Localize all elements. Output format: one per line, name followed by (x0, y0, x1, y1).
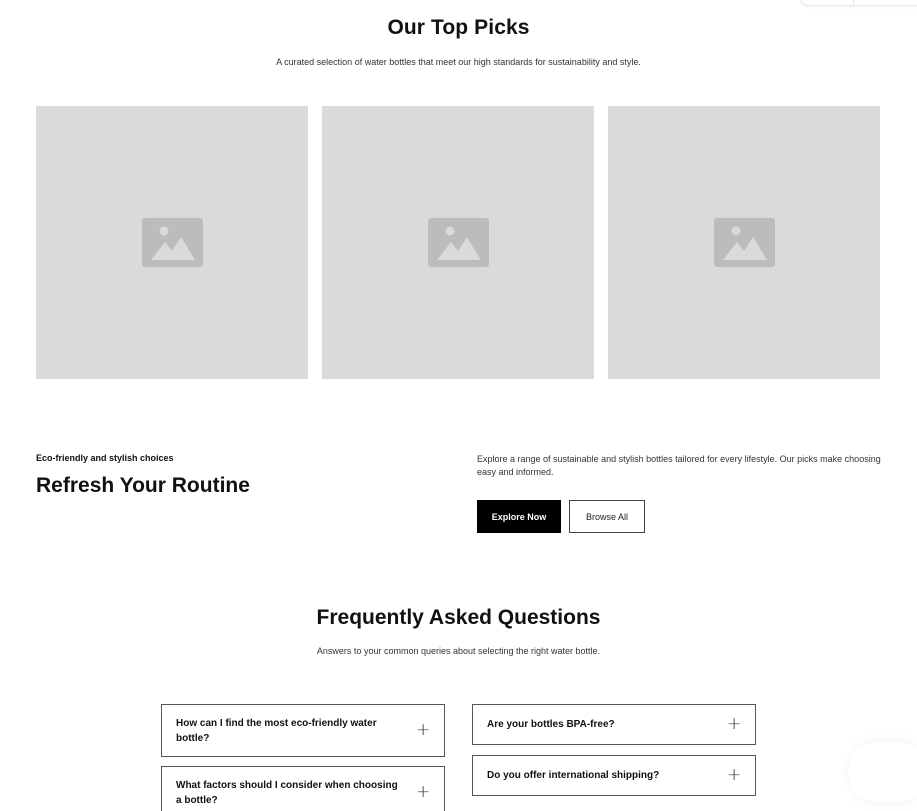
refresh-heading: Refresh Your Routine (36, 474, 250, 497)
faq-item-factors[interactable]: What factors should I consider when choo… (161, 766, 445, 811)
refresh-description: Explore a range of sustainable and styli… (477, 454, 881, 477)
faq-question: Are your bottles BPA-free? (487, 719, 615, 730)
faq-question: How can I find the most eco-friendly wat… (176, 717, 377, 744)
product-image-3[interactable] (608, 106, 880, 379)
product-image-1[interactable] (36, 106, 308, 379)
faq-question: Do you offer international shipping? (487, 770, 660, 781)
product-image-2[interactable] (322, 106, 594, 379)
faq-subtitle: Answers to your common queries about sel… (316, 646, 601, 656)
browse-all-button[interactable]: Browse All (569, 500, 645, 533)
refresh-eyebrow: Eco-friendly and stylish choices (36, 453, 174, 463)
faq-question: What factors should I consider when choo… (176, 779, 398, 806)
faq-item-shipping[interactable]: Do you offer international shipping? + (472, 755, 756, 796)
corner-widget-divider (853, 0, 854, 5)
plus-icon[interactable]: + (727, 767, 741, 784)
image-placeholder-icon (141, 218, 203, 267)
explore-now-button[interactable]: Explore Now (477, 500, 561, 533)
faq-title: Frequently Asked Questions (316, 606, 601, 629)
top-picks-gallery (36, 106, 882, 379)
image-placeholder-icon (427, 218, 489, 267)
page: Our Top Picks A curated selection of wat… (0, 0, 917, 811)
faq-item-eco-friendly[interactable]: How can I find the most eco-friendly wat… (161, 704, 445, 757)
top-picks-subtitle: A curated selection of water bottles tha… (276, 57, 641, 67)
plus-icon[interactable]: + (416, 722, 430, 739)
plus-icon[interactable]: + (416, 784, 430, 801)
top-picks-title: Our Top Picks (387, 16, 530, 39)
corner-widget (801, 0, 917, 6)
faq-item-bpa-free[interactable]: Are your bottles BPA-free? + (472, 704, 756, 745)
chat-widget[interactable] (848, 742, 917, 802)
image-placeholder-icon (713, 218, 775, 267)
plus-icon[interactable]: + (727, 716, 741, 733)
